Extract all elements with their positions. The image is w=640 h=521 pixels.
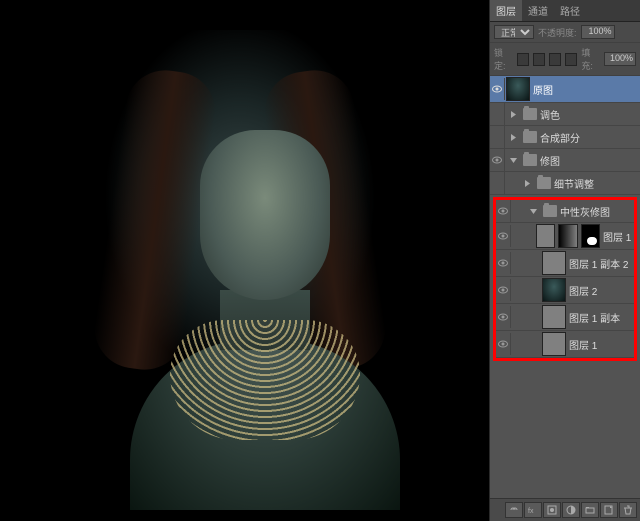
canvas-area[interactable] (0, 0, 489, 521)
layers-panel-buttons: fx (490, 498, 640, 521)
portrait-image (60, 30, 420, 510)
layer-thumbnail (542, 278, 566, 302)
eye-icon[interactable] (496, 225, 511, 247)
layer-name: 合成部分 (540, 130, 580, 145)
eye-icon[interactable] (496, 306, 511, 328)
folder-icon (523, 108, 537, 120)
lock-options: 锁定: 填充: 100% (490, 43, 640, 76)
layers-list: 原图 调色 合成部分 修图 (490, 76, 640, 498)
lock-all-icon[interactable] (565, 53, 577, 66)
triangle-down-icon[interactable] (509, 156, 518, 165)
layer-name: 图层 2 (569, 283, 597, 298)
link-layers-icon[interactable] (505, 502, 523, 518)
layer-name: 调色 (540, 107, 560, 122)
layer-group-detail[interactable]: 细节调整 (490, 172, 640, 195)
layer-row[interactable]: 图层 2 (496, 277, 634, 304)
eye-icon[interactable] (496, 200, 511, 222)
eye-icon[interactable] (496, 333, 511, 355)
triangle-right-icon[interactable] (523, 179, 532, 188)
lock-pixels-icon[interactable] (533, 53, 545, 66)
add-mask-icon[interactable] (543, 502, 561, 518)
folder-icon (543, 205, 557, 217)
eye-icon[interactable] (490, 78, 505, 100)
tab-channels[interactable]: 通道 (522, 0, 554, 21)
fx-icon[interactable]: fx (524, 502, 542, 518)
layer-thumbnail (536, 224, 555, 248)
layer-thumbnail (542, 332, 566, 356)
tab-layers[interactable]: 图层 (490, 0, 522, 21)
opacity-label: 不透明度: (538, 26, 577, 39)
layer-name: 细节调整 (554, 176, 594, 191)
layer-row-original[interactable]: 原图 (490, 76, 640, 103)
layer-name: 图层 1 副本 (569, 310, 620, 325)
highlight-box: 中性灰修图 图层 1... 图层 1 副本 2 (493, 197, 637, 361)
layer-row[interactable]: 图层 1 (496, 331, 634, 358)
layer-group-neutral-grey[interactable]: 中性灰修图 (496, 200, 634, 223)
layer-thumbnail (542, 251, 566, 275)
folder-icon (523, 131, 537, 143)
trash-icon[interactable] (619, 502, 637, 518)
folder-icon (537, 177, 551, 189)
layer-group-color[interactable]: 调色 (490, 103, 640, 126)
layers-panel: 图层 通道 路径 正常 不透明度: 100% 锁定: 填充: 100% 原图 (489, 0, 640, 521)
eye-icon[interactable] (490, 126, 505, 148)
eye-icon[interactable] (490, 172, 505, 194)
triangle-right-icon[interactable] (509, 110, 518, 119)
mask-thumbnail (558, 224, 577, 248)
layer-thumbnail (542, 305, 566, 329)
layer-group-retouch[interactable]: 修图 (490, 149, 640, 172)
layer-group-composite[interactable]: 合成部分 (490, 126, 640, 149)
svg-text:fx: fx (528, 508, 534, 515)
new-layer-icon[interactable] (600, 502, 618, 518)
lock-transparency-icon[interactable] (517, 53, 529, 66)
layer-row[interactable]: 图层 1 副本 (496, 304, 634, 331)
opacity-value[interactable]: 100% (581, 25, 615, 39)
blend-mode-select[interactable]: 正常 (494, 25, 534, 39)
lock-label: 锁定: (494, 46, 513, 72)
triangle-down-icon[interactable] (529, 207, 538, 216)
layer-name: 原图 (533, 82, 553, 97)
fill-label: 填充: (581, 46, 600, 72)
fill-value[interactable]: 100% (604, 52, 636, 66)
tab-paths[interactable]: 路径 (554, 0, 586, 21)
triangle-right-icon[interactable] (509, 133, 518, 142)
eye-icon[interactable] (490, 149, 505, 171)
mask-thumbnail (581, 224, 600, 248)
layer-row[interactable]: 图层 1 副本 2 (496, 250, 634, 277)
layer-row[interactable]: 图层 1... (496, 223, 634, 250)
folder-icon (523, 154, 537, 166)
panel-tabs: 图层 通道 路径 (490, 0, 640, 22)
layer-thumbnail (506, 77, 530, 101)
layer-name: 修图 (540, 153, 560, 168)
lock-position-icon[interactable] (549, 53, 561, 66)
layer-name: 图层 1 副本 2 (569, 256, 628, 271)
blend-options: 正常 不透明度: 100% (490, 22, 640, 43)
new-group-icon[interactable] (581, 502, 599, 518)
layer-name: 图层 1... (603, 229, 632, 244)
eye-icon[interactable] (490, 103, 505, 125)
layer-name: 图层 1 (569, 337, 597, 352)
eye-icon[interactable] (496, 252, 511, 274)
adjustment-layer-icon[interactable] (562, 502, 580, 518)
eye-icon[interactable] (496, 279, 511, 301)
layer-name: 中性灰修图 (560, 204, 610, 219)
